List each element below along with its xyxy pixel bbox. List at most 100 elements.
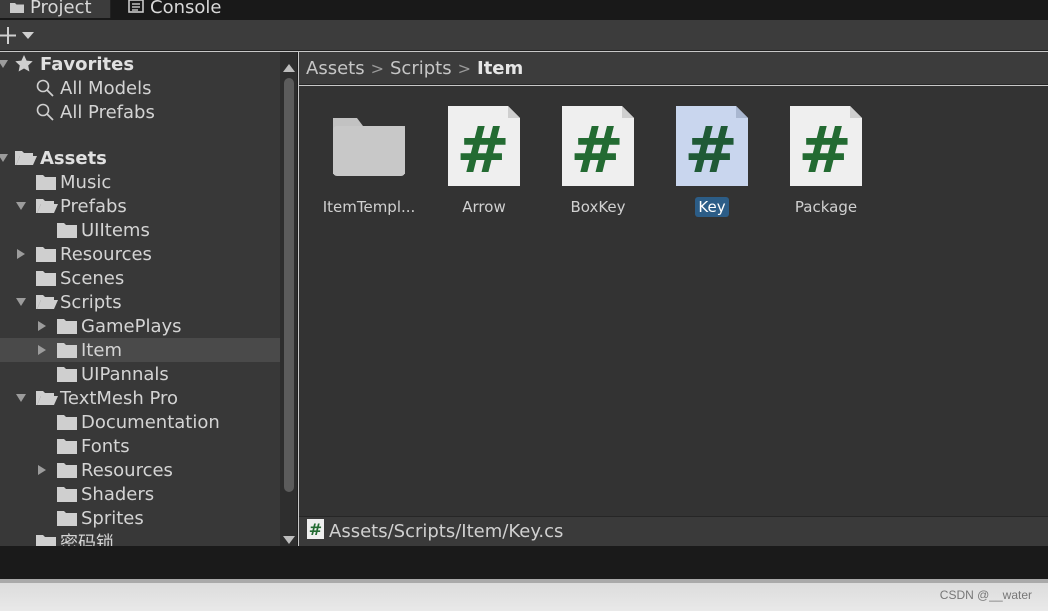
asset-grid: ItemTempl... # Arrow # BoxKey # Key # Pa…	[299, 86, 1048, 516]
tree-assets-header[interactable]: Assets	[0, 146, 280, 170]
folder-icon	[333, 104, 405, 188]
tree-item-tmp-resources[interactable]: Resources	[0, 458, 280, 482]
tree-item-textmesh-pro[interactable]: TextMesh Pro	[0, 386, 280, 410]
tree-item-label: Fonts	[81, 435, 130, 457]
tree-item-item[interactable]: Item	[0, 338, 280, 362]
asset-item-package[interactable]: # Package	[774, 104, 878, 224]
expand-arrow-icon[interactable]	[0, 58, 8, 70]
tree-item-label: Scenes	[60, 267, 125, 289]
breadcrumb-item[interactable]: Item	[477, 58, 523, 79]
tree-item-label: Prefabs	[60, 195, 127, 217]
folder-icon	[57, 222, 77, 238]
scroll-up-icon[interactable]	[283, 58, 295, 72]
open-folder-icon	[36, 198, 58, 214]
tree-item-label: UIItems	[81, 219, 150, 241]
expand-arrow-icon[interactable]	[0, 152, 8, 164]
lower-panel-strip	[0, 546, 1048, 579]
tree-item-label: GamePlays	[81, 315, 182, 337]
tree-item-label: Shaders	[81, 483, 155, 505]
breadcrumb-separator: >	[457, 58, 471, 78]
watermark: CSDN @__water	[939, 588, 1032, 602]
tree-scrollbar[interactable]	[280, 52, 298, 546]
open-folder-icon	[36, 294, 58, 310]
tree-item-all-models[interactable]: All Models	[0, 76, 280, 100]
tree-item-sprites[interactable]: Sprites	[0, 506, 280, 530]
console-icon	[128, 0, 144, 18]
expand-arrow-icon[interactable]	[16, 200, 26, 212]
csharp-script-icon: #	[790, 104, 862, 188]
collapsed-arrow-icon[interactable]	[37, 320, 47, 332]
tree-item-label: Music	[60, 171, 112, 193]
scroll-down-icon[interactable]	[283, 530, 295, 544]
tree-item-prefabs[interactable]: Prefabs	[0, 194, 280, 218]
window-tab-bar: Project Console	[0, 0, 1048, 20]
asset-name: Arrow	[462, 198, 506, 216]
csharp-script-icon: #	[676, 104, 748, 188]
breadcrumb-scripts[interactable]: Scripts	[390, 58, 452, 79]
breadcrumb: Assets > Scripts > Item	[299, 52, 1048, 85]
tree-item-gameplays[interactable]: GamePlays	[0, 314, 280, 338]
search-icon	[36, 103, 56, 121]
scrollbar-thumb[interactable]	[284, 78, 294, 492]
tree-item-uipannals[interactable]: UIPannals	[0, 362, 280, 386]
tree-item-label: All Models	[60, 77, 152, 99]
tree-item-fonts[interactable]: Fonts	[0, 434, 280, 458]
expand-arrow-icon[interactable]	[16, 296, 26, 308]
tree-item-label: 密码锁	[60, 533, 114, 546]
folder-icon	[57, 342, 77, 358]
folder-icon	[10, 0, 24, 18]
tab-console[interactable]: Console	[118, 0, 231, 18]
tab-console-label: Console	[150, 0, 222, 18]
folder-icon	[57, 462, 77, 478]
tab-project-label: Project	[30, 0, 92, 18]
svg-text:#: #	[309, 520, 322, 539]
project-tree: Favorites All Models All Prefabs Assets …	[0, 52, 280, 546]
tree-assets-label: Assets	[40, 147, 107, 169]
project-toolbar	[0, 20, 1048, 51]
tree-item-documentation[interactable]: Documentation	[0, 410, 280, 434]
collapsed-arrow-icon[interactable]	[37, 344, 47, 356]
breadcrumb-assets[interactable]: Assets	[306, 58, 365, 79]
tree-item-scenes[interactable]: Scenes	[0, 266, 280, 290]
expand-arrow-icon[interactable]	[16, 392, 26, 404]
tree-item-label: Resources	[60, 243, 152, 265]
asset-name: Key	[695, 197, 729, 217]
folder-icon	[57, 438, 77, 454]
asset-item-templ-folder[interactable]: ItemTempl...	[317, 104, 421, 224]
folder-icon	[36, 246, 56, 262]
tree-item-password-lock[interactable]: 密码锁	[0, 530, 280, 546]
tab-project[interactable]: Project	[0, 0, 111, 18]
tree-item-label: Sprites	[81, 507, 144, 529]
tree-item-shaders[interactable]: Shaders	[0, 482, 280, 506]
tree-item-all-prefabs[interactable]: All Prefabs	[0, 100, 280, 124]
tree-favorites-header[interactable]: Favorites	[0, 52, 280, 76]
tree-item-uiitems[interactable]: UIItems	[0, 218, 280, 242]
folder-icon	[36, 174, 56, 190]
asset-item-arrow[interactable]: # Arrow	[432, 104, 536, 224]
folder-icon	[57, 486, 77, 502]
selected-asset-path: Assets/Scripts/Item/Key.cs	[329, 521, 564, 542]
svg-text:#: #	[570, 114, 624, 188]
tree-item-music[interactable]: Music	[0, 170, 280, 194]
svg-text:#: #	[684, 114, 738, 188]
open-folder-icon	[36, 390, 58, 406]
folder-icon	[36, 534, 56, 546]
tree-favorites-label: Favorites	[40, 53, 135, 75]
selected-asset-path-bar: # Assets/Scripts/Item/Key.cs	[299, 516, 1048, 546]
add-asset-button[interactable]	[0, 22, 40, 50]
asset-name: ItemTempl...	[322, 198, 416, 216]
collapsed-arrow-icon[interactable]	[37, 464, 47, 476]
open-folder-icon	[15, 150, 37, 166]
folder-icon	[36, 270, 56, 286]
asset-name: BoxKey	[570, 198, 626, 216]
asset-item-boxkey[interactable]: # BoxKey	[546, 104, 650, 224]
folder-icon	[57, 510, 77, 526]
tree-item-label: Scripts	[60, 291, 122, 313]
tree-item-resources[interactable]: Resources	[0, 242, 280, 266]
asset-item-key[interactable]: # Key	[660, 104, 764, 224]
tree-item-label: All Prefabs	[60, 101, 155, 123]
collapsed-arrow-icon[interactable]	[16, 248, 26, 260]
csharp-script-icon: #	[307, 519, 325, 544]
tree-item-label: Documentation	[81, 411, 220, 433]
tree-item-scripts[interactable]: Scripts	[0, 290, 280, 314]
